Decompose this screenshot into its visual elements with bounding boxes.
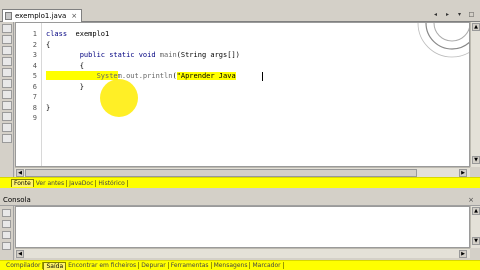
editor-vertical-scrollbar[interactable]: ▲ ▼ [470, 22, 480, 167]
scroll-left-icon[interactable]: ◀ [16, 250, 24, 258]
code-token: (String args[]) [176, 51, 240, 59]
scroll-right-icon[interactable]: ▶ [459, 169, 467, 177]
line-number: 2 [32, 40, 37, 49]
scroll-down-icon[interactable]: ▼ [472, 237, 480, 245]
toolbar-button-icon[interactable] [2, 68, 12, 77]
console-output[interactable] [15, 206, 470, 248]
code-token: "Aprender Java [176, 72, 236, 80]
code-editor[interactable]: 1 2 3 4 5 6 7 8 9 class exemplo1 { public static … [15, 22, 470, 167]
tab-ver-antes[interactable]: Ver antes [34, 179, 68, 187]
code-line: } [46, 104, 50, 112]
line-number: 5 [32, 72, 37, 80]
tab-depurar[interactable]: Depurar [139, 262, 169, 269]
code-token: public static void [46, 51, 160, 59]
tab-ferramentas[interactable]: Ferramentas [169, 262, 212, 269]
code-line: { [46, 62, 84, 70]
console-button-icon[interactable] [2, 231, 11, 239]
tab-list-dropdown-icon[interactable]: ▾ [455, 10, 464, 19]
toolbar-button-icon[interactable] [2, 123, 12, 132]
mouse-cursor-highlight [100, 79, 138, 117]
scroll-tabs-right-icon[interactable]: ▸ [443, 10, 452, 19]
scroll-up-icon[interactable]: ▲ [472, 207, 480, 215]
code-token: { [46, 61, 84, 70]
bottom-panel-tabs: Compilador Saída Encontrar em ficheiros … [0, 260, 480, 270]
line-number: 3 [32, 51, 37, 59]
editor-tab-bar: exemplo1.java × ◂ ▸ ▾ □ [0, 0, 480, 22]
toolbar-button-icon[interactable] [2, 112, 12, 121]
scroll-left-icon[interactable]: ◀ [16, 169, 24, 177]
console-title: Consola [3, 196, 31, 204]
code-line: System.out.println("Aprender Java [46, 72, 236, 80]
scroll-right-icon[interactable]: ▶ [459, 250, 467, 258]
toolbar-button-icon[interactable] [2, 79, 12, 88]
tab-saida[interactable]: Saída [43, 261, 67, 270]
text-caret [262, 72, 263, 81]
toolbar-button-icon[interactable] [2, 35, 12, 44]
code-token: { [46, 40, 51, 49]
editor-side-toolbar [0, 22, 14, 177]
scroll-thumb[interactable] [25, 169, 417, 177]
code-line: { [46, 41, 50, 49]
code-token: class [46, 30, 76, 38]
console-side-toolbar [0, 206, 14, 260]
editor-view-tabs: Fonte Ver antes JavaDoc Histórico [0, 177, 480, 188]
code-token: main [159, 51, 177, 59]
console-button-icon[interactable] [2, 209, 11, 217]
tab-mensagens[interactable]: Mensagens [212, 262, 251, 269]
code-token: System.out.println [46, 72, 173, 80]
tab-controls: ◂ ▸ ▾ □ [431, 10, 476, 19]
tab-compilador[interactable]: Compilador [4, 262, 44, 269]
code-token: } [46, 103, 51, 112]
tab-encontrar-em-ficheiros[interactable]: Encontrar em ficheiros [66, 262, 140, 269]
close-tab-icon[interactable]: × [71, 12, 77, 20]
toolbar-button-icon[interactable] [2, 57, 12, 66]
code-line: public static void main(String args[]) [46, 51, 240, 59]
toolbar-button-icon[interactable] [2, 90, 12, 99]
console-horizontal-scrollbar[interactable]: ◀ ▶ [15, 248, 470, 258]
toolbar-button-icon[interactable] [2, 134, 12, 143]
code-line: } [46, 83, 84, 91]
editor-tab-exemplo1[interactable]: exemplo1.java × [2, 9, 83, 22]
maximize-editor-icon[interactable]: □ [467, 10, 476, 19]
line-number: 7 [32, 93, 37, 101]
editor-horizontal-scrollbar[interactable]: ◀ ▶ [15, 167, 470, 177]
java-file-icon [5, 12, 12, 20]
decorative-rings [417, 23, 469, 58]
line-number: 9 [32, 114, 37, 122]
line-number-gutter: 1 2 3 4 5 6 7 8 9 [16, 23, 42, 166]
scroll-tabs-left-icon[interactable]: ◂ [431, 10, 440, 19]
scroll-up-icon[interactable]: ▲ [472, 23, 480, 31]
console-button-icon[interactable] [2, 220, 11, 228]
code-token: } [46, 82, 84, 91]
toolbar-button-icon[interactable] [2, 46, 12, 55]
line-number: 6 [32, 82, 37, 91]
line-number: 1 [32, 30, 37, 38]
line-number: 4 [32, 61, 37, 70]
code-line: class exemplo1 [46, 30, 109, 38]
console-button-icon[interactable] [2, 242, 11, 250]
code-token: exemplo1 [75, 30, 110, 38]
toolbar-button-icon[interactable] [2, 24, 12, 33]
close-console-icon[interactable]: × [468, 196, 474, 204]
editor-tab-label: exemplo1.java [15, 12, 67, 20]
tab-fonte[interactable]: Fonte [11, 179, 34, 187]
line-number: 8 [32, 103, 37, 112]
console-header: Consola × [0, 195, 480, 206]
toolbar-button-icon[interactable] [2, 101, 12, 110]
tab-javadoc[interactable]: JavaDoc [67, 179, 97, 187]
console-vertical-scrollbar[interactable]: ▲ ▼ [470, 206, 480, 248]
scroll-down-icon[interactable]: ▼ [472, 156, 480, 164]
tab-historico[interactable]: Histórico [96, 179, 128, 187]
tab-marcador[interactable]: Marcador [250, 262, 284, 269]
